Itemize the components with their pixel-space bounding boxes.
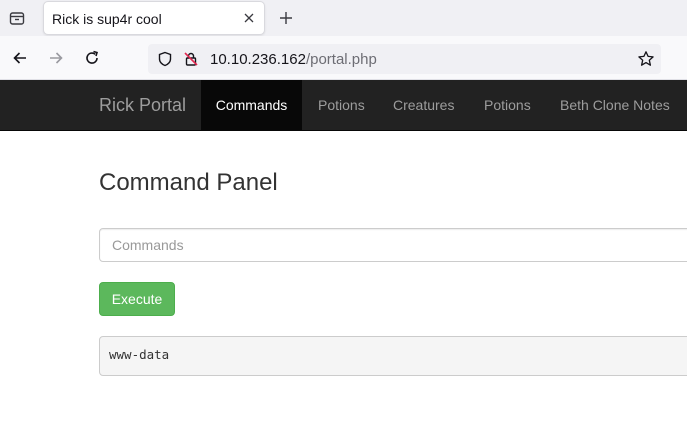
url-path: /portal.php [305, 51, 377, 68]
close-icon[interactable] [241, 10, 257, 26]
tab-list-icon[interactable] [4, 5, 30, 31]
shield-icon[interactable] [157, 51, 173, 67]
arrow-right-icon[interactable] [46, 48, 66, 68]
arrow-left-icon[interactable] [10, 48, 30, 68]
command-output: www-data [99, 336, 687, 376]
nav-item-commands[interactable]: Commands [201, 80, 302, 130]
nav-item-potions-2[interactable]: Potions [484, 80, 531, 130]
nav-item-potions[interactable]: Potions [318, 80, 365, 130]
page-title: Command Panel [99, 169, 278, 196]
nav-item-beth-clone-notes[interactable]: Beth Clone Notes [560, 80, 670, 130]
nav-item-creatures[interactable]: Creatures [393, 80, 454, 130]
url-host: 10.10.236.162 [210, 51, 306, 68]
browser-nav-bar: 10.10.236.162/portal.php [0, 36, 687, 80]
reload-icon[interactable] [82, 48, 102, 68]
url-bar[interactable]: 10.10.236.162/portal.php [148, 44, 661, 74]
url-text: 10.10.236.162/portal.php [210, 51, 377, 68]
browser-tab-bar: Rick is sup4r cool [0, 0, 687, 36]
site-navbar: Rick Portal Commands Potions Creatures P… [0, 80, 687, 131]
execute-button[interactable]: Execute [99, 282, 175, 316]
commands-input[interactable] [99, 228, 687, 262]
tab-title: Rick is sup4r cool [52, 11, 162, 27]
insecure-lock-icon[interactable] [183, 51, 199, 67]
star-icon[interactable] [637, 50, 655, 68]
brand-link[interactable]: Rick Portal [99, 95, 186, 116]
plus-icon[interactable] [276, 8, 296, 28]
browser-tab[interactable]: Rick is sup4r cool [43, 1, 265, 35]
